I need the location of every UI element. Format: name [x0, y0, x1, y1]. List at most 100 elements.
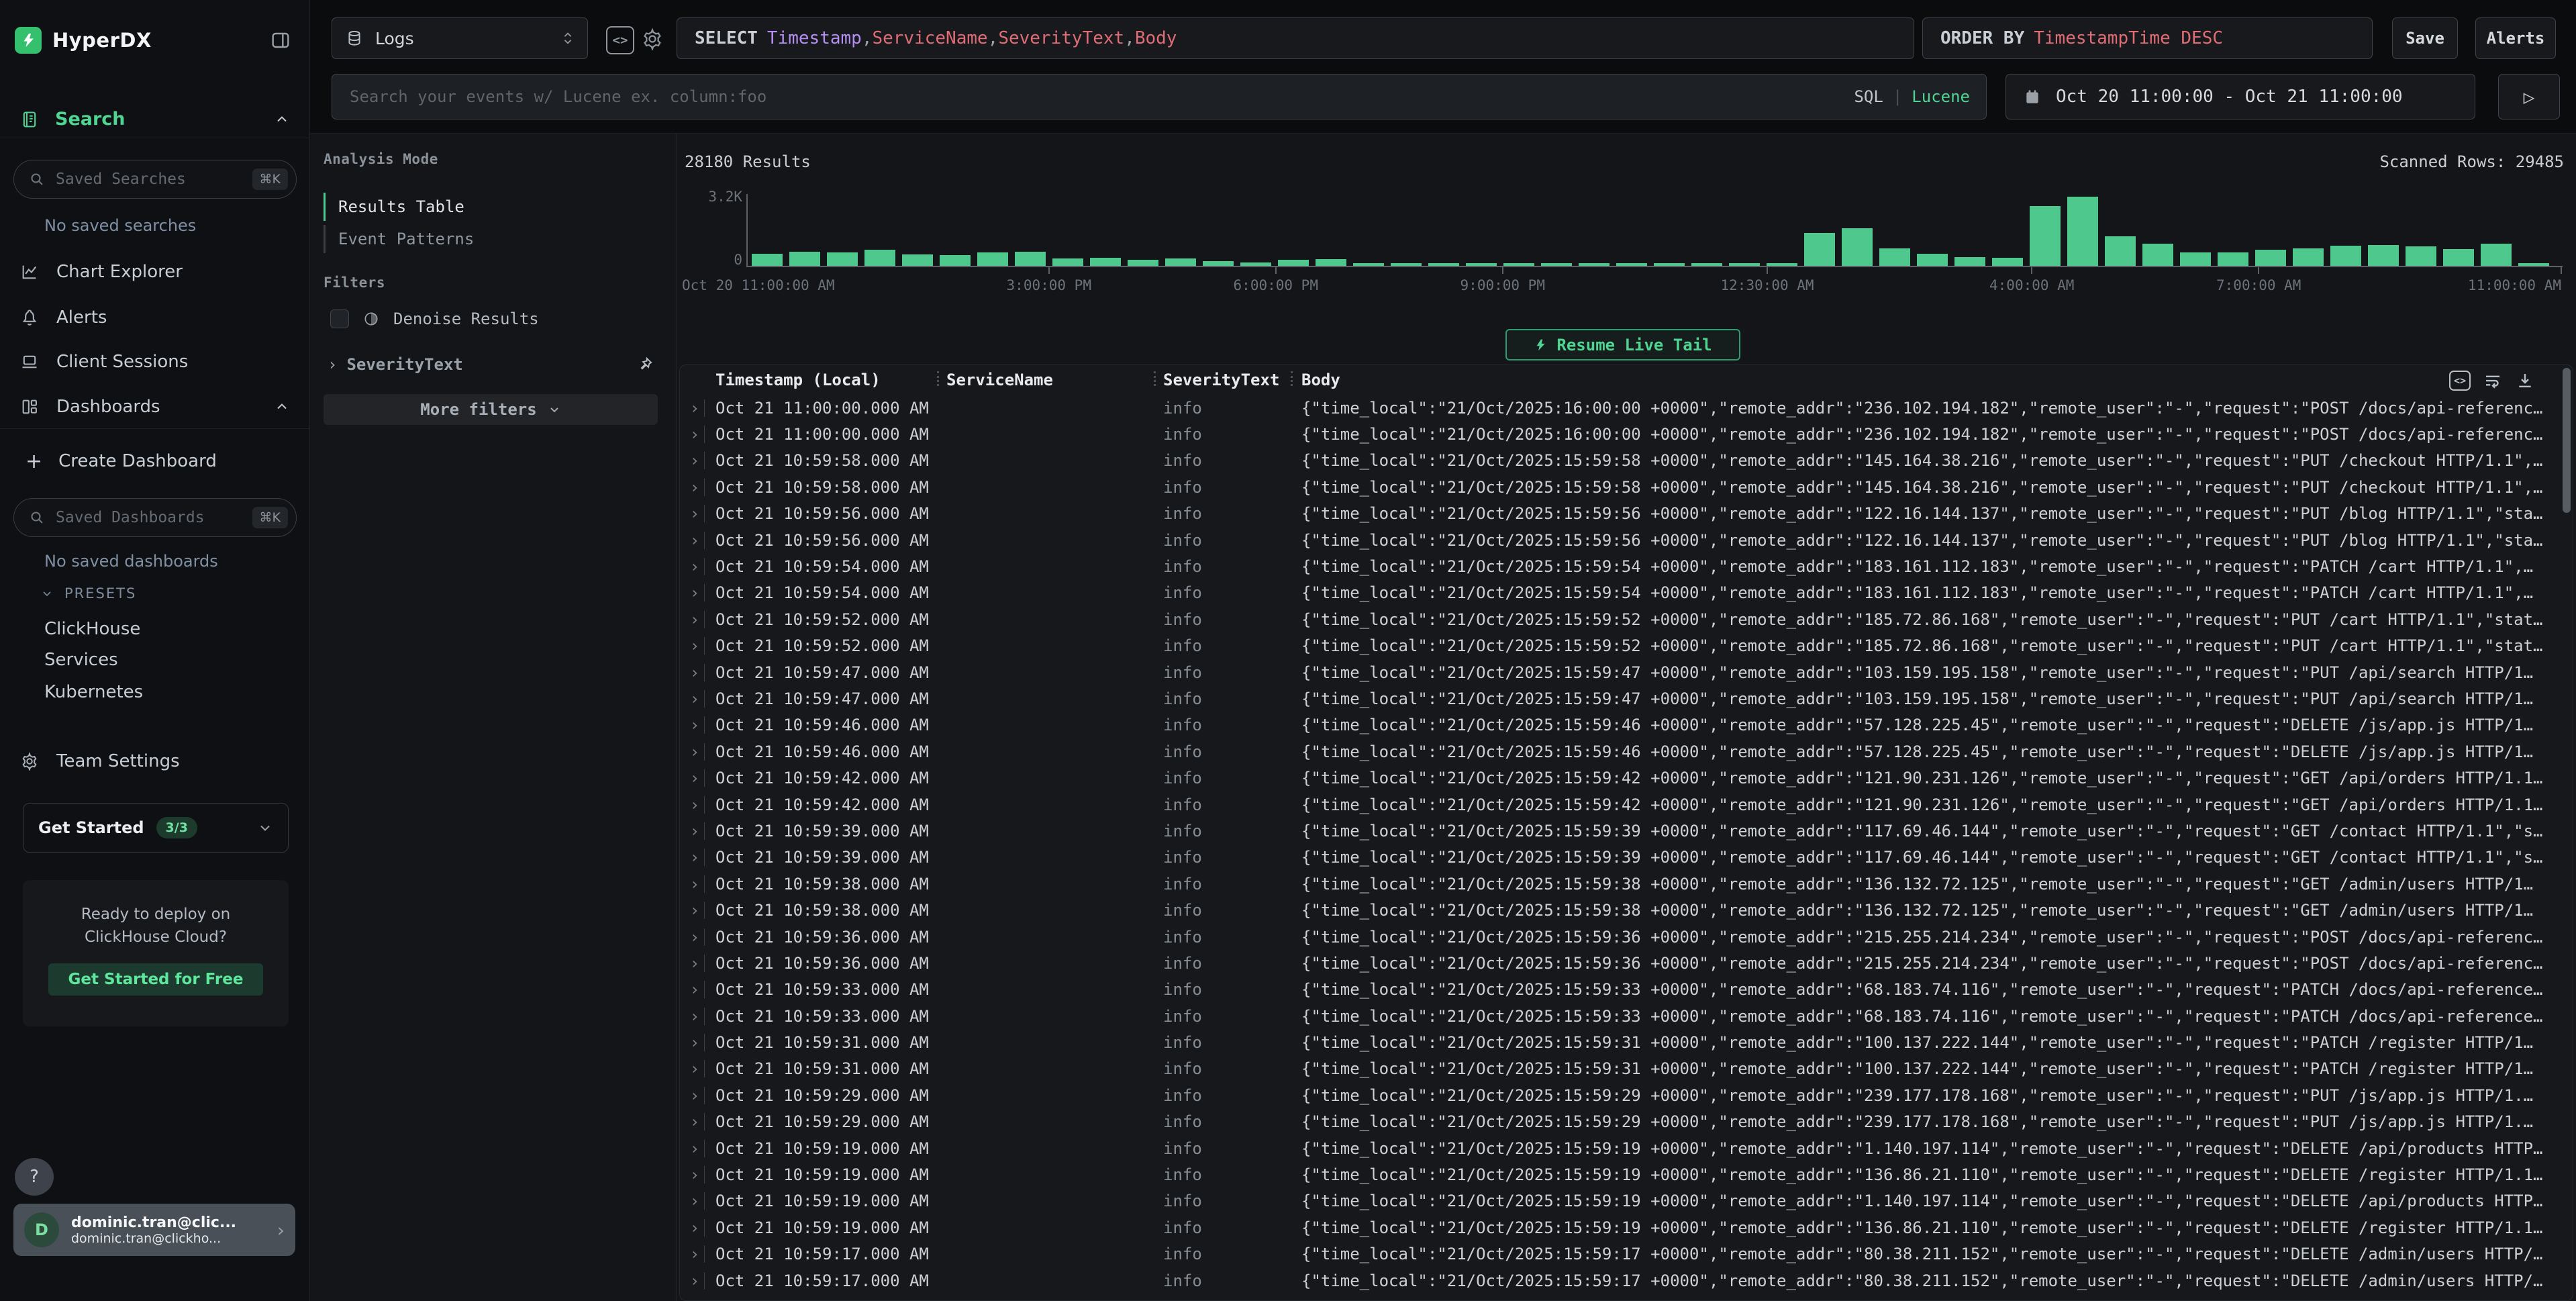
get-started-toggle[interactable]: Get Started 3/3 [23, 803, 289, 853]
alerts-button[interactable]: Alerts [2475, 17, 2556, 59]
log-row[interactable]: ›Oct 21 11:00:00.000 AMinfo{"time_local"… [680, 395, 2563, 421]
sidebar-collapse-icon[interactable] [269, 30, 292, 51]
histogram-bar[interactable] [1278, 260, 1309, 266]
row-expand-icon[interactable]: › [685, 928, 704, 947]
select-columns-input[interactable]: SELECT Timestamp,ServiceName,SeverityTex… [677, 17, 1914, 59]
column-resize-handle[interactable] [1154, 371, 1156, 386]
log-row[interactable]: ›Oct 21 10:59:47.000 AMinfo{"time_local"… [680, 659, 2563, 685]
sidebar-item-dashboards[interactable]: Dashboards [0, 386, 310, 428]
vertical-scrollbar-thumb[interactable] [2563, 368, 2571, 513]
logo[interactable]: HyperDX [15, 27, 152, 54]
histogram-bar[interactable] [2293, 248, 2324, 266]
chevron-up-icon[interactable] [274, 399, 290, 415]
column-header-severitytext[interactable]: SeverityText [1154, 371, 1291, 389]
histogram-bar[interactable] [2406, 246, 2436, 266]
row-expand-icon[interactable]: › [685, 875, 704, 894]
row-expand-icon[interactable]: › [685, 689, 704, 708]
histogram-bar[interactable] [1804, 233, 1835, 266]
mode-event-patterns[interactable]: Event Patterns [324, 225, 474, 253]
chevron-up-icon[interactable] [274, 111, 290, 128]
histogram-bar[interactable] [2105, 236, 2136, 266]
row-expand-icon[interactable]: › [685, 1271, 704, 1290]
log-row[interactable]: ›Oct 21 10:59:54.000 AMinfo{"time_local"… [680, 553, 2563, 579]
saved-searches-input[interactable] [54, 170, 243, 189]
log-row[interactable]: ›Oct 21 10:59:38.000 AMinfo{"time_local"… [680, 871, 2563, 897]
log-row[interactable]: ›Oct 21 10:59:42.000 AMinfo{"time_local"… [680, 765, 2563, 791]
row-expand-icon[interactable]: › [685, 425, 704, 444]
log-row[interactable]: ›Oct 21 10:59:19.000 AMinfo{"time_local"… [680, 1135, 2563, 1161]
histogram-bar[interactable] [789, 252, 820, 266]
sql-editor-icon[interactable]: <> [606, 26, 634, 54]
histogram-bar[interactable] [2030, 206, 2061, 266]
histogram-bar[interactable] [1954, 257, 1985, 266]
log-row[interactable]: ›Oct 21 10:59:47.000 AMinfo{"time_local"… [680, 685, 2563, 712]
wrap-lines-icon[interactable] [2483, 371, 2503, 391]
row-expand-icon[interactable]: › [685, 1139, 704, 1158]
histogram-bar[interactable] [2142, 244, 2173, 266]
raw-mode-icon[interactable]: <> [2449, 371, 2471, 391]
histogram-bar[interactable] [2218, 252, 2248, 266]
get-started-free-button[interactable]: Get Started for Free [48, 963, 263, 996]
row-expand-icon[interactable]: › [685, 901, 704, 920]
preset-services[interactable]: Services [44, 650, 118, 670]
row-expand-icon[interactable]: › [685, 822, 704, 840]
row-expand-icon[interactable]: › [685, 954, 704, 973]
histogram-bar[interactable] [752, 254, 783, 266]
row-expand-icon[interactable]: › [685, 716, 704, 734]
date-range-picker[interactable]: Oct 20 11:00:00 - Oct 21 11:00:00 [2005, 74, 2475, 119]
log-row[interactable]: ›Oct 21 10:59:39.000 AMinfo{"time_local"… [680, 845, 2563, 871]
preset-clickhouse[interactable]: ClickHouse [44, 619, 140, 639]
row-expand-icon[interactable]: › [685, 583, 704, 602]
histogram-bar[interactable] [1128, 260, 1158, 266]
row-expand-icon[interactable]: › [685, 1245, 704, 1263]
log-row[interactable]: ›Oct 21 10:59:36.000 AMinfo{"time_local"… [680, 924, 2563, 950]
save-button[interactable]: Save [2392, 17, 2458, 59]
histogram-bar[interactable] [827, 252, 858, 266]
denoise-checkbox[interactable] [330, 309, 349, 328]
source-settings-gear-icon[interactable] [641, 28, 664, 50]
row-expand-icon[interactable]: › [685, 1033, 704, 1052]
row-expand-icon[interactable]: › [685, 796, 704, 814]
log-row[interactable]: ›Oct 21 10:59:46.000 AMinfo{"time_local"… [680, 738, 2563, 765]
histogram-bar[interactable] [1203, 261, 1234, 266]
preset-kubernetes[interactable]: Kubernetes [44, 682, 143, 702]
row-expand-icon[interactable]: › [685, 610, 704, 629]
lucene-mode-button[interactable]: Lucene [1912, 87, 1970, 106]
row-expand-icon[interactable]: › [685, 663, 704, 682]
log-row[interactable]: ›Oct 21 10:59:17.000 AMinfo{"time_local"… [680, 1267, 2563, 1294]
saved-dashboards-search[interactable]: ⌘K [13, 498, 297, 537]
histogram-bar[interactable] [864, 250, 895, 266]
column-resize-handle[interactable] [937, 371, 939, 386]
filter-group-severitytext[interactable]: › SeverityText [328, 355, 663, 374]
row-expand-icon[interactable]: › [685, 848, 704, 867]
log-row[interactable]: ›Oct 21 10:59:29.000 AMinfo{"time_local"… [680, 1109, 2563, 1135]
row-expand-icon[interactable]: › [685, 1165, 704, 1184]
row-expand-icon[interactable]: › [685, 742, 704, 761]
row-expand-icon[interactable]: › [685, 478, 704, 497]
histogram-bar[interactable] [2067, 197, 2098, 266]
log-row[interactable]: ›Oct 21 10:59:19.000 AMinfo{"time_local"… [680, 1214, 2563, 1241]
log-row[interactable]: ›Oct 21 10:59:19.000 AMinfo{"time_local"… [680, 1188, 2563, 1214]
log-row[interactable]: ›Oct 21 10:59:31.000 AMinfo{"time_local"… [680, 1029, 2563, 1055]
help-button[interactable]: ? [15, 1158, 54, 1196]
row-expand-icon[interactable]: › [685, 980, 704, 999]
log-row[interactable]: ›Oct 21 10:59:33.000 AMinfo{"time_local"… [680, 1003, 2563, 1029]
histogram-bar[interactable] [1090, 258, 1121, 266]
histogram-bar[interactable] [1165, 258, 1196, 266]
event-search-input[interactable] [348, 87, 1854, 107]
pin-icon[interactable] [636, 356, 654, 373]
log-row[interactable]: ›Oct 21 10:59:52.000 AMinfo{"time_local"… [680, 633, 2563, 659]
histogram-bar[interactable] [2255, 250, 2286, 266]
download-icon[interactable] [2515, 371, 2535, 391]
sql-mode-button[interactable]: SQL [1854, 87, 1883, 106]
row-expand-icon[interactable]: › [685, 1007, 704, 1026]
row-expand-icon[interactable]: › [685, 1086, 704, 1105]
histogram-bar[interactable] [977, 252, 1008, 266]
mode-results-table[interactable]: Results Table [324, 193, 464, 221]
row-expand-icon[interactable]: › [685, 557, 704, 576]
run-query-button[interactable]: ▷ [2498, 74, 2560, 119]
histogram-bar[interactable] [940, 255, 971, 266]
histogram-bar[interactable] [1992, 258, 2023, 266]
histogram-bar[interactable] [1842, 228, 1873, 266]
row-expand-icon[interactable]: › [685, 451, 704, 470]
